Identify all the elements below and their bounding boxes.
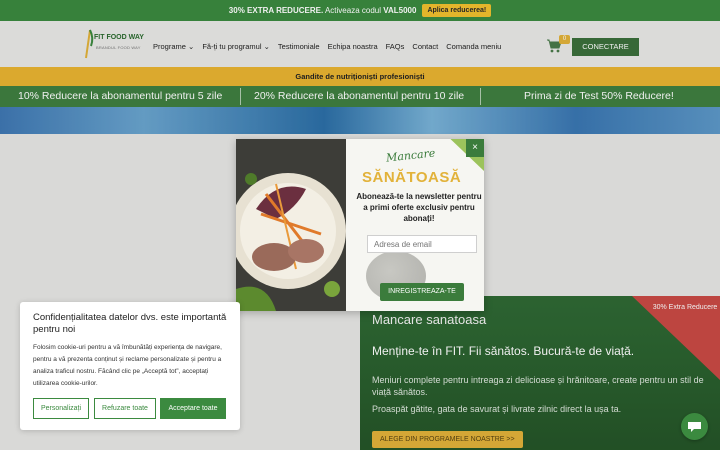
email-input[interactable] [367, 235, 477, 253]
cookie-title: Confidențialitatea datelor dvs. este imp… [33, 312, 227, 335]
popup-title: SĂNĂTOASĂ [362, 169, 462, 186]
chat-button[interactable] [681, 413, 708, 440]
reject-cookies-button[interactable]: Refuzare toate [94, 398, 156, 419]
chat-icon [688, 422, 701, 432]
food-plate-image [236, 139, 346, 311]
subscribe-button[interactable]: INREGISTREAZA-TE [380, 283, 464, 301]
cookie-banner: Confidențialitatea datelor dvs. este imp… [20, 302, 240, 430]
cookie-text: Folosim cookie-uri pentru a vă îmbunătăț… [33, 344, 222, 387]
close-icon[interactable]: × [466, 139, 484, 157]
popup-script-title: Mancare [385, 146, 436, 165]
accept-cookies-button[interactable]: Acceptare toate [160, 398, 226, 419]
newsletter-popup: Mancare SĂNĂTOASĂ Abonează-te la newslet… [236, 139, 484, 311]
popup-subtitle: Abonează-te la newsletter pentru a primi… [356, 192, 482, 223]
customize-cookies-button[interactable]: Personalizați [33, 398, 89, 419]
